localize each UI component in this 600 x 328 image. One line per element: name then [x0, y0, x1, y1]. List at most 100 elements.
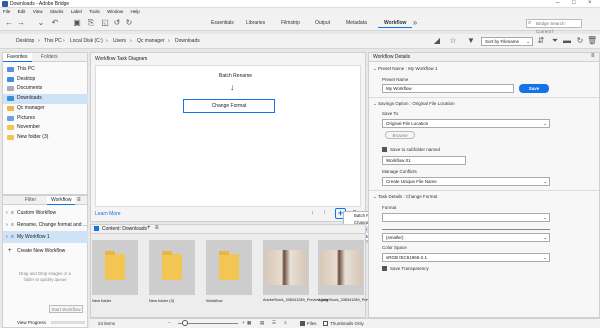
subfolder-checkbox[interactable] — [382, 147, 387, 152]
subfolder-input[interactable]: Workflow 01 — [382, 156, 466, 165]
tab-folders[interactable]: Folders — [37, 53, 62, 62]
view-thumbnails-icon[interactable]: ▤ — [260, 320, 264, 326]
delete-icon[interactable]: 🗑 — [587, 36, 597, 46]
move-down-icon[interactable]: ↓ — [311, 210, 314, 216]
quality-icon[interactable]: ◢ — [432, 36, 442, 46]
menu-window[interactable]: Window — [107, 9, 123, 14]
favorite-qc-manager[interactable]: Qc manager — [3, 104, 88, 114]
thumbnail-item[interactable]: New folder (3) — [149, 240, 195, 303]
thumbnail-item[interactable]: AdobeStock_338341289_Preview.jpeg — [318, 240, 383, 302]
create-new-workflow[interactable]: + Create New Workflow — [3, 245, 88, 257]
favorite-downloads[interactable]: Downloads — [3, 94, 88, 104]
panel-menu-icon[interactable]: ≡ — [77, 197, 81, 203]
open-camera-raw-icon[interactable]: ◱ — [100, 18, 110, 28]
learn-more-link[interactable]: Learn More — [95, 211, 121, 217]
refine-icon[interactable]: ⎘ — [86, 18, 96, 28]
thumbnail-item[interactable]: AdobeStock_338341289_Preview.jpeg — [263, 240, 328, 302]
menu-file[interactable]: File — [3, 9, 10, 14]
menu-tools[interactable]: Tools — [89, 9, 100, 14]
workspace-filmstrip[interactable]: Filmstrip — [275, 18, 306, 28]
quality-slider[interactable] — [382, 229, 550, 230]
workspace-libraries[interactable]: Libraries — [240, 18, 271, 28]
breadcrumb-qc-manager[interactable]: Qc manager — [137, 38, 165, 44]
tab-workflow[interactable]: Workflow — [47, 196, 76, 205]
tab-filter[interactable]: Filter — [21, 196, 40, 205]
favorite-november[interactable]: November — [3, 123, 88, 133]
workspace-essentials[interactable]: Essentials — [205, 18, 240, 28]
savings-section-header[interactable]: ⌄ Savings Option : Original File Locatio… — [373, 101, 455, 107]
breadcrumb-users[interactable]: Users — [113, 38, 126, 44]
preset-section-header[interactable]: ⌄ Preset Name : My Workflow 1 — [373, 66, 438, 72]
add-content-icon[interactable]: + — [147, 225, 151, 231]
view-list-icon[interactable]: ≡ — [284, 320, 287, 325]
menu-label[interactable]: Label — [71, 9, 82, 14]
quality-dropdown[interactable]: (smaller) ⌄ — [382, 233, 550, 242]
browse-button[interactable]: Browse — [385, 131, 415, 139]
breadcrumb-downloads[interactable]: Downloads — [175, 38, 200, 44]
favorite-new-folder-3[interactable]: New folder (3) — [3, 133, 88, 143]
breadcrumb-local-disk[interactable]: Local Disk (C:) — [70, 38, 103, 44]
workspace-menu-icon[interactable]: » — [410, 18, 420, 28]
menu-view[interactable]: View — [33, 9, 43, 14]
tab-favorites[interactable]: Favorites — [3, 53, 32, 62]
manage-conflicts-dropdown[interactable]: Create Unique File Name ⌄ — [382, 177, 550, 186]
batch-rename-node[interactable]: Batch Rename — [219, 73, 252, 79]
files-checkbox[interactable] — [300, 321, 305, 326]
rotate-right-icon[interactable]: ↻ — [124, 18, 134, 28]
workspace-metadata[interactable]: Metadata — [340, 18, 373, 28]
color-space-dropdown[interactable]: sRGB IEC61966-2.1 ⌄ — [382, 253, 550, 262]
open-recent-icon[interactable]: ⏷ — [550, 36, 560, 46]
thumbnail-item[interactable]: Workflow — [206, 240, 252, 303]
task-section-header[interactable]: ⌄ Task Details : Change Format — [373, 194, 437, 200]
favorite-this-pc[interactable]: This PC — [3, 65, 88, 75]
workspace-output[interactable]: Output — [309, 18, 336, 28]
zoom-slider-handle[interactable] — [182, 320, 188, 326]
rotate-icon[interactable]: ↻ — [575, 36, 585, 46]
sort-dropdown[interactable]: Sort by Filename ⌄ — [481, 37, 533, 46]
maximize-icon[interactable]: □ — [572, 0, 576, 6]
favorite-pictures[interactable]: Pictures — [3, 114, 88, 124]
thumbnails-only-checkbox[interactable] — [323, 321, 328, 326]
lock-thumbnail-grid-icon[interactable]: ▦ — [247, 320, 251, 326]
thumbnail-item[interactable]: New folder — [92, 240, 138, 303]
change-format-node[interactable]: Change Format — [183, 99, 275, 113]
favorite-documents[interactable]: Documents — [3, 84, 88, 94]
savings-header-label: Savings Option — [378, 101, 409, 106]
menu-help[interactable]: Help — [131, 9, 140, 14]
favorite-desktop[interactable]: Desktop — [3, 75, 88, 85]
forward-icon[interactable]: → — [16, 18, 26, 28]
star-filter-icon[interactable]: ☆ — [448, 36, 458, 46]
save-to-dropdown[interactable]: Original File Location ⌄ — [382, 119, 550, 128]
workspace-workflow[interactable]: Workflow — [378, 18, 413, 28]
menu-stacks[interactable]: Stacks — [50, 9, 64, 14]
workflow-my-workflow-1[interactable]: › ≡ My Workflow 1 — [3, 231, 88, 243]
filter-icon[interactable]: ▼ — [466, 36, 476, 46]
breadcrumb-this-pc[interactable]: This PC — [44, 38, 62, 44]
menu-edit[interactable]: Edit — [18, 9, 26, 14]
move-up-icon[interactable]: ↑ — [323, 210, 326, 216]
save-button[interactable]: Save — [519, 84, 549, 93]
workflow-custom[interactable]: › ≡ Custom Workflow — [3, 207, 88, 219]
panel-menu-icon[interactable]: ≡ — [591, 53, 595, 59]
panel-menu-icon[interactable]: ≡ — [155, 225, 159, 231]
view-progress-link[interactable]: View Progress — [17, 320, 46, 325]
back-icon[interactable]: ← — [4, 18, 14, 28]
zoom-in-icon[interactable]: + — [242, 320, 245, 325]
get-photos-icon[interactable]: ▣ — [72, 18, 82, 28]
minimize-icon[interactable]: – — [556, 0, 559, 6]
zoom-out-icon[interactable]: − — [168, 320, 171, 325]
search-input[interactable]: Bridge Search: Current f — [526, 19, 582, 34]
sort-direction-icon[interactable]: ⇵ — [536, 36, 546, 46]
workflow-rename-change-format[interactable]: › ≡ Rename, Change format and ... — [3, 219, 88, 231]
rotate-left-icon[interactable]: ↺ — [112, 18, 122, 28]
transparency-checkbox[interactable] — [382, 266, 387, 271]
boomerang-icon[interactable]: ↶ — [50, 18, 60, 28]
recent-folders-icon[interactable]: ⌄ — [36, 18, 46, 28]
new-folder-icon[interactable]: ▬ — [562, 36, 572, 46]
breadcrumb-desktop[interactable]: Desktop — [16, 38, 34, 44]
format-dropdown[interactable]: ⌄ — [382, 213, 550, 222]
preset-name-input[interactable]: My Workflow — [382, 84, 514, 93]
start-workflow-button[interactable]: Start Workflow — [49, 305, 83, 313]
close-icon[interactable]: × — [588, 0, 592, 6]
view-details-icon[interactable]: ☰ — [272, 320, 276, 326]
